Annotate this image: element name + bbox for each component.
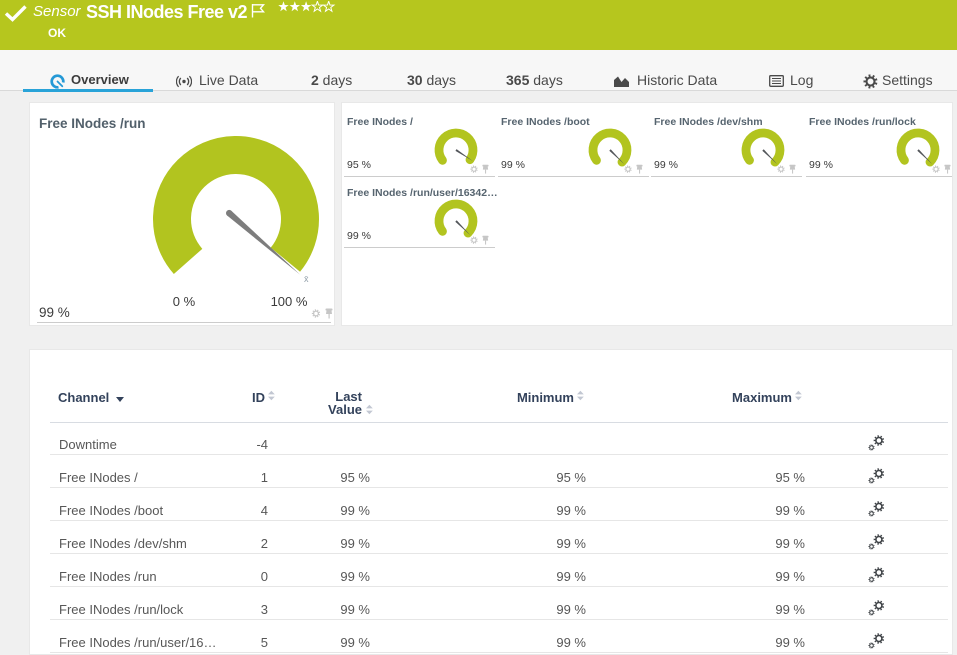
svg-text:x̄: x̄ [304,274,309,284]
